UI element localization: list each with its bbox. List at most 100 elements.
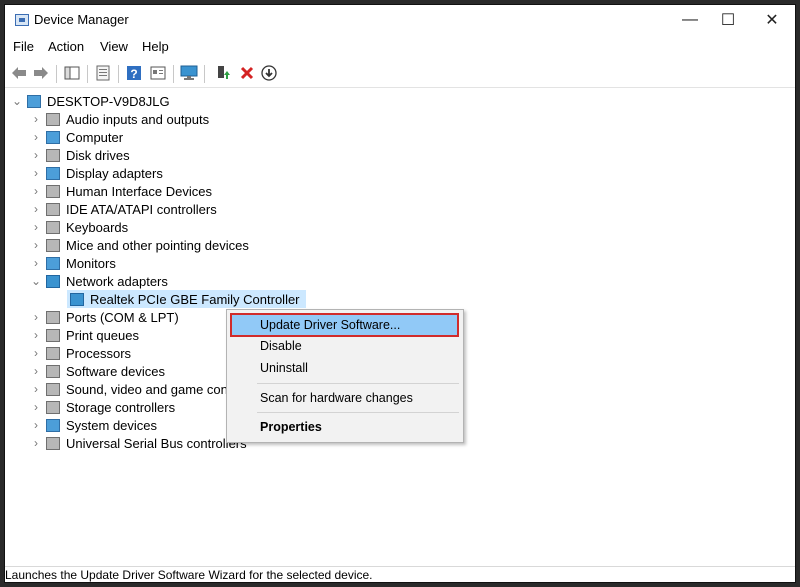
tree-item-label: Human Interface Devices <box>66 183 212 199</box>
collapsed-chevron-icon[interactable]: › <box>29 238 43 252</box>
tree-item-realtek[interactable]: Realtek PCIe GBE Family Controller <box>67 290 306 308</box>
scan-hardware-icon[interactable] <box>180 64 198 82</box>
tree-item-label: Print queues <box>66 327 139 343</box>
storage-controller-icon <box>46 400 60 414</box>
collapsed-chevron-icon[interactable]: › <box>29 436 43 450</box>
show-hide-tree-icon[interactable] <box>63 64 81 82</box>
collapsed-chevron-icon[interactable]: › <box>29 112 43 126</box>
collapsed-chevron-icon[interactable]: › <box>29 166 43 180</box>
software-device-icon <box>46 364 60 378</box>
collapsed-chevron-icon[interactable]: › <box>29 256 43 270</box>
title-bar: Device Manager — ☐ ✕ <box>5 5 795 35</box>
details-icon[interactable] <box>149 64 167 82</box>
ide-controller-icon <box>46 202 60 216</box>
help-icon[interactable]: ? <box>125 64 143 82</box>
tree-item-label: Computer <box>66 129 124 145</box>
collapsed-chevron-icon[interactable]: › <box>29 328 43 342</box>
tree-item-label: Monitors <box>66 255 116 271</box>
processor-icon <box>46 346 60 360</box>
menu-action[interactable]: Action <box>48 39 84 54</box>
usb-icon <box>46 436 60 450</box>
tree-item-software-devices[interactable]: › Software devices <box>29 362 165 380</box>
uninstall-device-icon[interactable] <box>238 64 256 82</box>
tree-item-storage-controllers[interactable]: › Storage controllers <box>29 398 175 416</box>
menu-file[interactable]: File <box>13 39 34 54</box>
tree-item-label: Disk drives <box>66 147 130 163</box>
close-button[interactable]: ✕ <box>749 5 795 35</box>
computer-icon <box>27 94 41 108</box>
context-item-scan[interactable]: Scan for hardware changes <box>260 388 413 408</box>
disk-drive-icon <box>46 148 60 162</box>
collapsed-chevron-icon[interactable]: › <box>29 346 43 360</box>
collapsed-chevron-icon[interactable]: › <box>29 382 43 396</box>
tree-item-label: Processors <box>66 345 132 361</box>
tree-item-hid[interactable]: › Human Interface Devices <box>29 182 212 200</box>
tree-item-label: Ports (COM & LPT) <box>66 309 179 325</box>
menu-view[interactable]: View <box>100 39 128 54</box>
collapsed-chevron-icon[interactable]: › <box>29 310 43 324</box>
speaker-icon <box>46 112 60 126</box>
tree-item-disk-drives[interactable]: › Disk drives <box>29 146 130 164</box>
status-text: Launches the Update Driver Software Wiza… <box>5 568 373 582</box>
context-menu: Update Driver Software... Disable Uninst… <box>226 309 464 443</box>
tree-item-audio[interactable]: › Audio inputs and outputs <box>29 110 209 128</box>
tree-item-label: System devices <box>66 417 158 433</box>
context-item-update-driver[interactable]: Update Driver Software... <box>260 315 400 335</box>
tree-item-ports[interactable]: › Ports (COM & LPT) <box>29 308 179 326</box>
tree-item-system-devices[interactable]: › System devices <box>29 416 157 434</box>
tree-item-usb[interactable]: › Universal Serial Bus controllers <box>29 434 247 452</box>
network-adapter-icon <box>46 274 60 288</box>
tree-item-sound[interactable]: › Sound, video and game cont <box>29 380 232 398</box>
context-item-properties[interactable]: Properties <box>260 417 322 437</box>
context-item-label: Uninstall <box>260 361 308 375</box>
tree-item-label: Realtek PCIe GBE Family Controller <box>90 291 300 307</box>
tree-item-label: Sound, video and game cont <box>66 381 232 397</box>
toolbar: ? <box>5 59 795 88</box>
context-item-label: Scan for hardware changes <box>260 391 413 405</box>
context-separator <box>257 412 459 413</box>
collapsed-chevron-icon[interactable]: › <box>29 130 43 144</box>
tree-root[interactable]: ⌄ DESKTOP-V9D8JLG <box>10 92 170 110</box>
tree-item-network-adapters[interactable]: ⌄ Network adapters <box>29 272 168 290</box>
tree-item-label: Mice and other pointing devices <box>66 237 249 253</box>
tree-item-label: IDE ATA/ATAPI controllers <box>66 201 217 217</box>
tree-item-computer[interactable]: › Computer <box>29 128 123 146</box>
maximize-button[interactable]: ☐ <box>705 5 751 35</box>
tree-item-label: Audio inputs and outputs <box>66 111 210 127</box>
tree-item-ide[interactable]: › IDE ATA/ATAPI controllers <box>29 200 217 218</box>
root-label: DESKTOP-V9D8JLG <box>47 93 170 109</box>
computer-icon <box>46 130 60 144</box>
system-device-icon <box>46 418 60 432</box>
disable-device-icon[interactable] <box>260 64 278 82</box>
tree-item-label: Keyboards <box>66 219 129 235</box>
network-adapter-icon <box>70 292 84 306</box>
tree-item-label: Storage controllers <box>66 399 176 415</box>
enable-device-icon[interactable] <box>214 64 232 82</box>
tree-item-print-queues[interactable]: › Print queues <box>29 326 139 344</box>
context-separator <box>257 383 459 384</box>
collapsed-chevron-icon[interactable]: › <box>29 364 43 378</box>
tree-item-keyboards[interactable]: › Keyboards <box>29 218 128 236</box>
expand-chevron-icon[interactable]: ⌄ <box>10 94 24 108</box>
tree-item-mice[interactable]: › Mice and other pointing devices <box>29 236 249 254</box>
context-item-disable[interactable]: Disable <box>260 336 302 356</box>
collapsed-chevron-icon[interactable]: › <box>29 220 43 234</box>
forward-icon[interactable] <box>32 64 50 82</box>
properties-icon[interactable] <box>94 64 112 82</box>
collapsed-chevron-icon[interactable]: › <box>29 202 43 216</box>
tree-item-display-adapters[interactable]: › Display adapters <box>29 164 163 182</box>
tree-item-monitors[interactable]: › Monitors <box>29 254 116 272</box>
window-title: Device Manager <box>34 12 129 27</box>
context-item-uninstall[interactable]: Uninstall <box>260 358 308 378</box>
back-icon[interactable] <box>10 64 28 82</box>
menu-help[interactable]: Help <box>142 39 169 54</box>
expand-chevron-icon[interactable]: ⌄ <box>29 274 43 288</box>
collapsed-chevron-icon[interactable]: › <box>29 400 43 414</box>
collapsed-chevron-icon[interactable]: › <box>29 184 43 198</box>
tree-item-processors[interactable]: › Processors <box>29 344 131 362</box>
collapsed-chevron-icon[interactable]: › <box>29 418 43 432</box>
device-manager-window: Device Manager — ☐ ✕ File Action View He… <box>4 4 796 583</box>
collapsed-chevron-icon[interactable]: › <box>29 148 43 162</box>
tree-item-label: Display adapters <box>66 165 163 181</box>
status-bar: Launches the Update Driver Software Wiza… <box>5 566 795 583</box>
